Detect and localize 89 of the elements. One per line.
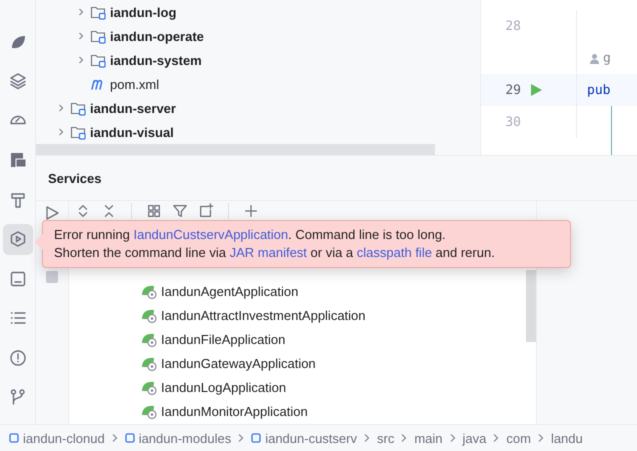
module-folder-icon: [70, 100, 86, 116]
file-name: pom.xml: [110, 76, 160, 92]
file-name: iandun-system: [110, 52, 202, 68]
chevron-icon: [492, 433, 500, 443]
gauge-icon: [8, 115, 26, 126]
line-number: 29: [504, 82, 522, 98]
chevron-icon: [362, 433, 371, 443]
breadcrumb-item[interactable]: iandun-custserv: [251, 430, 357, 446]
group-by-button[interactable]: [146, 203, 162, 219]
file-name: iandun-visual: [90, 124, 174, 140]
service-row[interactable]: IandunAgentApplication: [69, 279, 526, 303]
terminal-icon: [8, 270, 26, 288]
chevron-icon[interactable]: [76, 31, 86, 41]
run-icon[interactable]: [44, 205, 60, 221]
service-name: IandunGatewayApplication: [161, 356, 316, 370]
module-icon: [251, 433, 262, 443]
chevron-icon[interactable]: [76, 55, 86, 65]
chevron-icon: [536, 433, 545, 443]
breadcrumb-item[interactable]: iandun-modules: [124, 430, 232, 446]
line-number: 28: [504, 18, 522, 34]
filter-icon: [172, 203, 188, 219]
breadcrumb-item[interactable]: java: [462, 430, 486, 446]
chevron-icon: [448, 433, 457, 443]
service-name: IandunAttractInvestmentApplication: [161, 308, 366, 322]
file-name: iandun-operate: [110, 28, 204, 44]
panel-title: Services: [48, 170, 102, 186]
service-row[interactable]: IandunGatewayApplication: [69, 351, 526, 375]
module-icon: [9, 433, 19, 443]
author-hint: g: [603, 50, 611, 66]
spring-app-icon: [141, 379, 157, 395]
service-row[interactable]: IandunMonitorApplication: [69, 399, 526, 423]
spring-app-icon: [141, 355, 157, 371]
chevron-icon: [237, 433, 246, 443]
project-tree-row[interactable]: iandun-visual: [36, 120, 480, 144]
breadcrumb-item[interactable]: src: [376, 430, 394, 446]
message-link[interactable]: IandunCustservApplication: [133, 227, 288, 242]
service-name: IandunLogApplication: [161, 380, 286, 394]
add-window-icon: [198, 203, 214, 219]
project-tree-row[interactable]: iandun-operate: [36, 24, 480, 48]
grid-icon: [146, 203, 162, 219]
line-number: 30: [504, 114, 522, 130]
module-folder-icon: [90, 4, 106, 20]
project-tree-row[interactable]: iandun-server: [36, 96, 480, 120]
project-tree-row[interactable]: iandun-system: [36, 48, 480, 72]
spring-app-icon: [141, 283, 157, 299]
error-message: Shorten the command line via JAR manifest or via a classpath file and rerun.: [54, 244, 496, 262]
module-folder-icon: [70, 124, 86, 140]
plus-icon: [243, 203, 259, 219]
git-branch-icon: [8, 388, 26, 406]
java-ee-icon: [8, 151, 26, 169]
problems-icon: [8, 348, 26, 366]
message-link[interactable]: classpath file: [356, 245, 432, 260]
file-name: iandun-log: [110, 4, 176, 20]
hammer-icon: [8, 190, 26, 208]
person-icon: [589, 52, 600, 64]
service-name: IandunFileApplication: [161, 332, 286, 346]
service-name: IandunMonitorApplication: [161, 404, 308, 418]
module-icon: [124, 433, 135, 443]
add-service-button[interactable]: [243, 203, 259, 219]
code-text: pub: [587, 82, 610, 98]
layers-icon: [8, 72, 26, 90]
message-link[interactable]: JAR manifest: [230, 245, 307, 260]
project-tree-row[interactable]: pom.xml: [36, 72, 480, 96]
chevron-icon: [110, 433, 119, 443]
new-tab-button[interactable]: [198, 203, 214, 219]
breadcrumb-item[interactable]: main: [414, 430, 443, 446]
chevron-icon[interactable]: [56, 127, 66, 137]
project-tree-row[interactable]: iandun-log: [36, 0, 480, 24]
tool-window-button[interactable]: [2, 224, 32, 254]
chevron-icon[interactable]: [76, 7, 86, 17]
service-name: IandunAgentApplication: [161, 284, 298, 298]
spring-app-icon: [141, 403, 157, 419]
spring-app-icon: [141, 307, 157, 323]
module-folder-icon: [90, 28, 106, 44]
service-row[interactable]: IandunLogApplication: [69, 375, 526, 399]
chevron-icon: [400, 433, 408, 443]
breadcrumb-item[interactable]: landu: [550, 430, 583, 446]
chevron-icon[interactable]: [56, 103, 66, 113]
breadcrumb-item[interactable]: iandun-clonud: [9, 430, 105, 446]
breadcrumb-item[interactable]: com: [506, 430, 531, 446]
service-row[interactable]: IandunAttractInvestmentApplication: [69, 303, 526, 327]
filter-button[interactable]: [172, 203, 188, 219]
file-name: iandun-server: [90, 100, 176, 116]
scrollbar[interactable]: [526, 270, 536, 342]
services-icon: [8, 230, 26, 248]
spring-app-icon: [141, 331, 157, 347]
module-folder-icon: [90, 52, 106, 68]
service-row[interactable]: IandunFileApplication: [69, 327, 526, 351]
error-message: Error running IandunCustservApplication. Command line is too long.: [54, 226, 447, 244]
